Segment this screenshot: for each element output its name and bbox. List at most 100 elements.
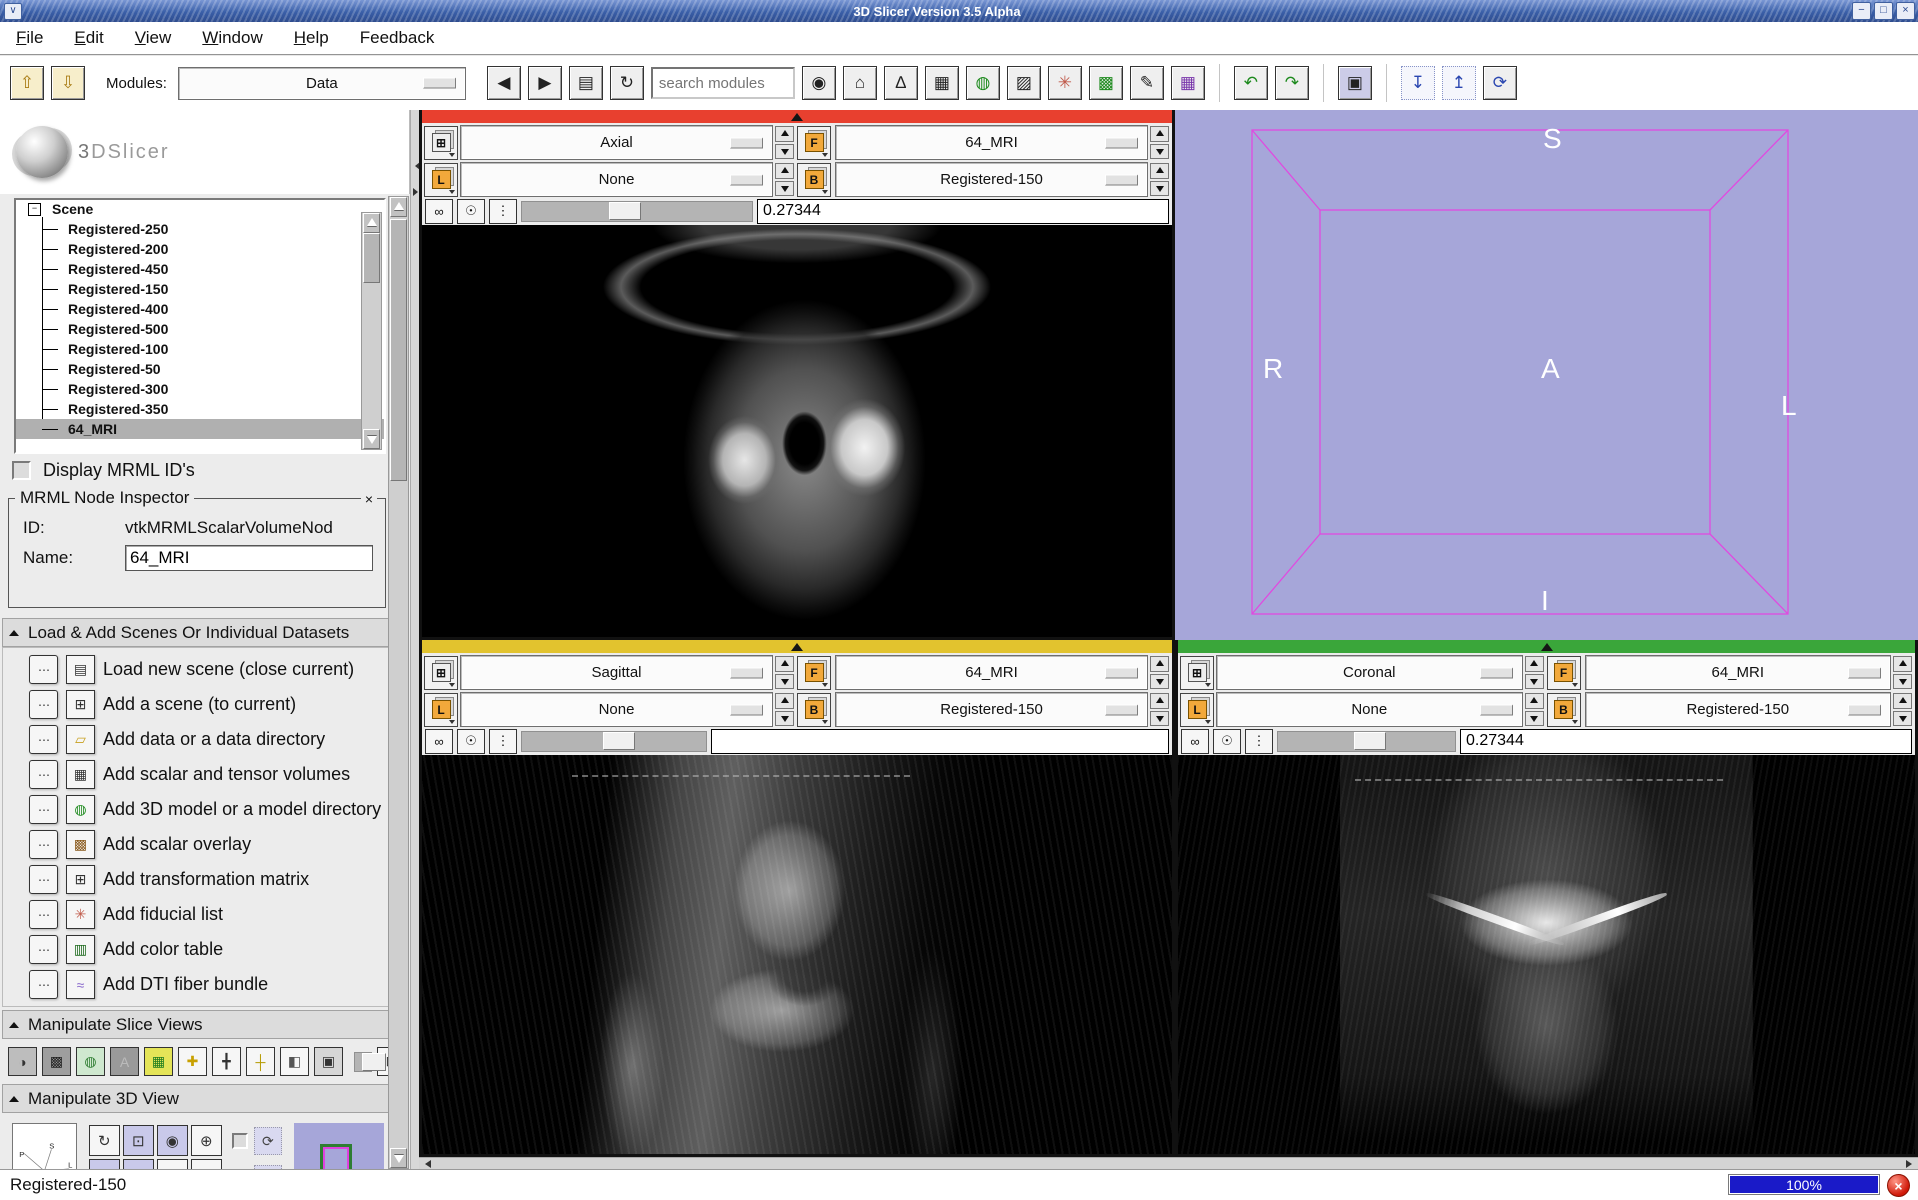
tree-item[interactable]: Registered-300 (16, 379, 384, 399)
axial-label-spinner[interactable] (775, 163, 794, 196)
sagittal-offset-field[interactable] (711, 729, 1169, 754)
layout-chooser-icon[interactable]: ▣ (1338, 66, 1372, 100)
tooltip-bubble-icon[interactable]: ⋯ (29, 830, 58, 859)
redo-icon[interactable]: ↷ (1275, 66, 1309, 100)
tree-item-scene[interactable]: − Scene (16, 199, 384, 219)
menu-help[interactable]: Help (294, 28, 329, 48)
slice-visibility-icon[interactable]: ◑ (8, 1047, 37, 1076)
view3d-preview[interactable] (294, 1123, 384, 1170)
scroll-down-icon[interactable] (363, 429, 380, 449)
slice-grid-icon[interactable]: ╋ (212, 1047, 241, 1076)
scroll-up-icon[interactable] (390, 197, 407, 217)
scroll-right-icon[interactable] (1906, 1160, 1916, 1168)
tree-item[interactable]: Registered-400 (16, 299, 384, 319)
scroll-down-icon[interactable] (390, 1148, 407, 1168)
node-name-input[interactable] (125, 545, 373, 571)
colors-module-icon[interactable]: ▦ (1171, 66, 1205, 100)
center-view-icon[interactable]: ⊡ (123, 1125, 154, 1156)
tooltip-bubble-icon[interactable]: ⋯ (29, 970, 58, 999)
axial-orientation-dropdown[interactable]: Axial (460, 125, 773, 160)
scrollbar-thumb[interactable] (390, 219, 407, 481)
add-volumes-button[interactable]: ⋯ ▦ Add scalar and tensor volumes (3, 757, 407, 792)
add-dti-bundle-button[interactable]: ⋯ ≈ Add DTI fiber bundle (3, 967, 407, 1002)
tooltip-bubble-icon[interactable]: ⋯ (29, 900, 58, 929)
fiducials-module-icon[interactable]: ✳ (1048, 66, 1082, 100)
save-scene-icon[interactable]: ⇩ (51, 66, 85, 100)
axial-orientation-icon[interactable]: ⊞ (424, 126, 458, 160)
sagittal-pane-header[interactable] (422, 640, 1172, 653)
sagittal-foreground-icon[interactable]: F (797, 656, 831, 690)
screen-capture-icon[interactable]: ↧ (1401, 66, 1435, 100)
editor-module-icon[interactable]: ✎ (1130, 66, 1164, 100)
tree-item[interactable]: Registered-350 (16, 399, 384, 419)
add-model-button[interactable]: ⋯ ◍ Add 3D model or a model directory (3, 792, 407, 827)
spin-view-icon[interactable]: ⟳ (254, 1127, 282, 1155)
coronal-foreground-icon[interactable]: F (1547, 656, 1581, 690)
coronal-orientation-spinner[interactable] (1525, 656, 1544, 689)
scrollbar-thumb[interactable] (363, 233, 380, 283)
tree-item-selected[interactable]: 64_MRI (16, 419, 384, 439)
volume-grid-icon[interactable]: ▦ (66, 760, 95, 789)
axial-slice-slider[interactable] (521, 201, 753, 222)
modules-dropdown[interactable]: Data (178, 67, 466, 100)
slice-smoothing-icon[interactable]: ◍ (76, 1047, 105, 1076)
tooltip-bubble-icon[interactable]: ⋯ (29, 865, 58, 894)
tree-expander-icon[interactable]: − (28, 203, 41, 216)
maximize-button[interactable]: □ (1874, 2, 1893, 20)
view3d-section-header[interactable]: Manipulate 3D View (2, 1084, 408, 1113)
sagittal-slice-image[interactable] (422, 755, 1172, 1154)
module-refresh-icon[interactable]: ↻ (610, 66, 644, 100)
menu-file[interactable]: File (16, 28, 43, 48)
axial-foreground-dropdown[interactable]: 64_MRI (835, 125, 1148, 160)
axial-foreground-icon[interactable]: F (797, 126, 831, 160)
coronal-label-spinner[interactable] (1525, 693, 1544, 726)
undo-icon[interactable]: ↶ (1234, 66, 1268, 100)
add-scene-button[interactable]: ⋯ ⊞ Add a scene (to current) (3, 687, 407, 722)
add-scalar-overlay-button[interactable]: ⋯ ▩ Add scalar overlay (3, 827, 407, 862)
models-module-icon[interactable]: ◍ (966, 66, 1000, 100)
tree-item[interactable]: Registered-150 (16, 279, 384, 299)
axial-offset-field[interactable] (757, 199, 1169, 224)
sagittal-foreground-dropdown[interactable]: 64_MRI (835, 655, 1148, 690)
screenshot-icon[interactable]: ◉ (157, 1125, 188, 1156)
transform-matrix-icon[interactable]: ⊞ (66, 865, 95, 894)
inspector-close-icon[interactable]: × (361, 491, 377, 507)
slice-crosshair-icon[interactable]: ✚ (178, 1047, 207, 1076)
coronal-background-dropdown[interactable]: Registered-150 (1585, 692, 1892, 727)
module-next-icon[interactable]: ▶ (528, 66, 562, 100)
tree-item[interactable]: Registered-500 (16, 319, 384, 339)
coronal-slice-slider[interactable] (1277, 731, 1456, 752)
axial-options-icon[interactable]: ⋮ (489, 199, 517, 224)
module-prev-icon[interactable]: ◀ (487, 66, 521, 100)
slider-handle[interactable] (362, 1053, 386, 1071)
sagittal-background-spinner[interactable] (1150, 693, 1169, 726)
scroll-left-icon[interactable] (421, 1160, 431, 1168)
tooltip-bubble-icon[interactable]: ⋯ (29, 760, 58, 789)
slider-handle[interactable] (603, 732, 635, 750)
home-module-icon[interactable]: ⌂ (843, 66, 877, 100)
slice-background-icon[interactable]: ▣ (314, 1047, 343, 1076)
coronal-orientation-icon[interactable]: ⊞ (1180, 656, 1214, 690)
slice-compositing-icon[interactable]: ▦ (144, 1047, 173, 1076)
sagittal-label-dropdown[interactable]: None (460, 692, 773, 727)
minimize-button[interactable]: − (1852, 2, 1871, 20)
slice-label-outline-icon[interactable]: ▩ (42, 1047, 71, 1076)
threed-viewport[interactable]: S R A L I (1175, 110, 1918, 640)
color-table-icon[interactable]: ▥ (66, 935, 95, 964)
coronal-link-icon[interactable]: ∞ (1181, 729, 1209, 754)
menu-feedback[interactable]: Feedback (360, 28, 435, 48)
transforms-module-icon[interactable]: ▨ (1007, 66, 1041, 100)
fiducial-icon[interactable]: ✳ (66, 900, 95, 929)
window-menu-icon[interactable]: ∨ (4, 3, 22, 20)
slider-handle[interactable] (609, 202, 641, 220)
slice-fov-icon[interactable]: ◧ (280, 1047, 309, 1076)
menu-window[interactable]: Window (202, 28, 262, 48)
sagittal-background-icon[interactable]: B (797, 693, 831, 727)
coronal-orientation-dropdown[interactable]: Coronal (1216, 655, 1523, 690)
spin-checkbox[interactable] (232, 1133, 248, 1149)
tooltip-bubble-icon[interactable]: ⋯ (29, 725, 58, 754)
sagittal-label-layer-icon[interactable]: L (424, 693, 458, 727)
screen-restore-icon[interactable]: ↥ (1442, 66, 1476, 100)
add-color-table-button[interactable]: ⋯ ▥ Add color table (3, 932, 407, 967)
volumes-module-icon[interactable]: ▦ (925, 66, 959, 100)
